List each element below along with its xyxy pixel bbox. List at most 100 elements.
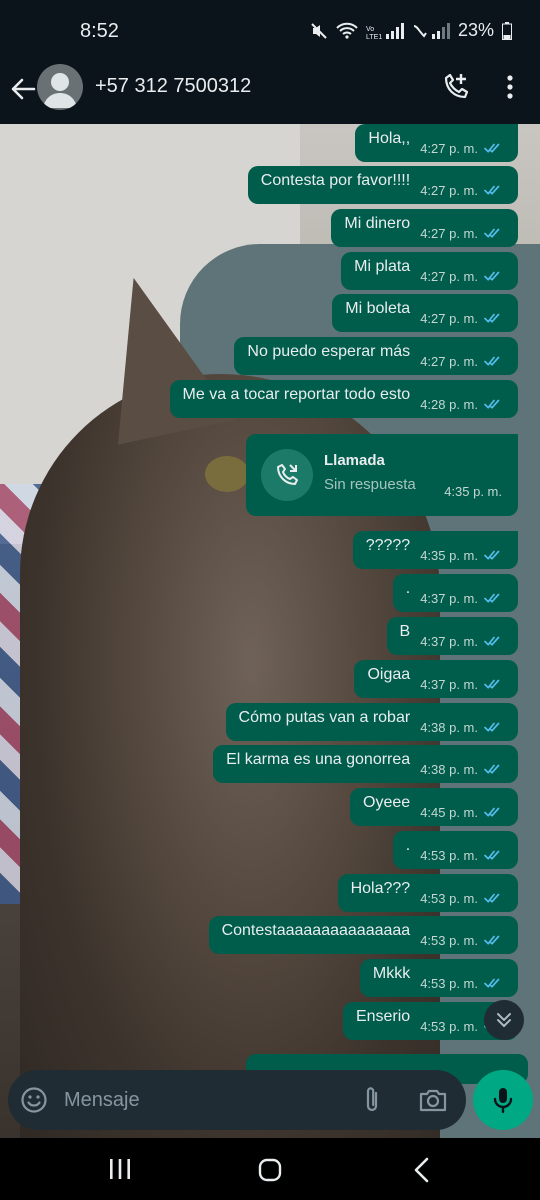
read-ticks-icon <box>484 356 500 366</box>
scroll-down-button[interactable] <box>484 1000 524 1040</box>
avatar[interactable] <box>37 64 83 110</box>
home-icon[interactable] <box>258 1158 282 1182</box>
message-meta: 4:27 p. m. <box>420 311 504 326</box>
message-text: ????? <box>365 537 411 554</box>
message-input[interactable]: Mensaje <box>64 1089 140 1112</box>
recents-icon[interactable] <box>108 1158 132 1180</box>
message-text: Mi plata <box>354 258 411 275</box>
read-ticks-icon <box>484 228 500 238</box>
read-ticks-icon <box>484 185 500 195</box>
message-time: 4:37 p. m. <box>420 676 478 692</box>
message-meta: 4:28 p. m. <box>420 397 504 412</box>
message-time: 4:28 p. m. <box>420 396 478 412</box>
status-time: 8:52 <box>80 20 119 42</box>
message-bubble[interactable]: Hola??? 4:53 p. m. <box>337 874 518 912</box>
message-bubble[interactable]: Mi plata 4:27 p. m. <box>341 252 518 290</box>
menu-dots-icon[interactable] <box>502 72 518 102</box>
call-title: Llamada <box>324 452 385 469</box>
message-meta: 4:53 p. m. <box>420 848 504 863</box>
read-ticks-icon <box>484 271 500 281</box>
emoji-icon[interactable] <box>20 1086 48 1114</box>
signal-icon: VoLTE1 <box>366 22 404 40</box>
message-bubble[interactable]: Mi boleta 4:27 p. m. <box>332 294 518 332</box>
message-meta: 4:27 p. m. <box>420 183 504 198</box>
contact-name[interactable]: +57 312 7500312 <box>95 75 251 98</box>
call-time: 4:35 p. m. <box>444 484 502 499</box>
call-status: Sin respuesta <box>324 476 416 493</box>
message-text: Enserio <box>355 1008 411 1025</box>
message-meta: 4:37 p. m. <box>420 677 504 692</box>
message-meta: 4:27 p. m. <box>420 269 504 284</box>
message-text: Mkkk <box>372 965 411 982</box>
add-call-icon[interactable] <box>441 72 471 102</box>
message-bubble[interactable]: Oyeee 4:45 p. m. <box>350 788 518 826</box>
message-time: 4:27 p. m. <box>420 353 478 369</box>
svg-text:Vo: Vo <box>366 26 374 33</box>
message-bubble[interactable]: Me va a tocar reportar todo esto 4:28 p. … <box>169 380 518 418</box>
message-meta: 4:27 p. m. <box>420 226 504 241</box>
message-text: Contesta por favor!!!! <box>260 172 411 189</box>
svg-text:LTE1: LTE1 <box>366 34 382 40</box>
message-bubble[interactable]: Mi dinero 4:27 p. m. <box>331 209 518 247</box>
message-text: Hola,, <box>368 130 411 147</box>
message-text: B <box>399 623 411 640</box>
default-avatar-icon <box>43 73 77 108</box>
message-meta: 4:27 p. m. <box>420 141 504 156</box>
message-bubble[interactable]: El karma es una gonorrea 4:38 p. m. <box>213 745 518 783</box>
message-time: 4:27 p. m. <box>420 310 478 326</box>
status-icons: Vo LTE1 23% <box>310 20 512 41</box>
read-ticks-icon <box>484 807 500 817</box>
message-input-bar: Mensaje <box>8 1070 466 1130</box>
message-bubble[interactable]: Oigaa 4:37 p. m. <box>354 660 518 698</box>
message-bubble[interactable]: Contestaaaaaaaaaaaaaaa 4:53 p. m. <box>208 916 518 954</box>
back-arrow-icon[interactable] <box>8 74 38 104</box>
message-time: 4:27 p. m. <box>420 140 478 156</box>
message-bubble[interactable]: Mkkk 4:53 p. m. <box>359 959 518 997</box>
message-time: 4:53 p. m. <box>420 1018 478 1034</box>
message-bubble[interactable]: ????? 4:35 p. m. <box>352 531 518 569</box>
wifi-icon <box>336 22 358 39</box>
message-text: Mi boleta <box>345 300 411 317</box>
message-bubble[interactable]: . 4:53 p. m. <box>392 831 518 869</box>
read-ticks-icon <box>484 850 500 860</box>
message-bubble[interactable]: Contesta por favor!!!! 4:27 p. m. <box>247 166 518 204</box>
message-bubble[interactable]: No puedo esperar más 4:27 p. m. <box>234 337 518 375</box>
message-meta: 4:37 p. m. <box>420 634 504 649</box>
missed-call-bubble[interactable]: Llamada Sin respuesta 4:35 p. m. <box>246 434 518 516</box>
message-bubble[interactable]: Hola,, 4:27 p. m. <box>355 124 518 162</box>
mic-button[interactable] <box>473 1070 533 1130</box>
message-text: No puedo esperar más <box>247 343 411 360</box>
read-ticks-icon <box>484 893 500 903</box>
chat-header: +57 312 7500312 <box>0 62 540 124</box>
message-time: 4:37 p. m. <box>420 590 478 606</box>
read-ticks-icon <box>484 679 500 689</box>
read-ticks-icon <box>484 550 500 560</box>
message-text: Oigaa <box>367 666 411 683</box>
message-time: 4:38 p. m. <box>420 761 478 777</box>
message-meta: 4:37 p. m. <box>420 591 504 606</box>
message-time: 4:53 p. m. <box>420 847 478 863</box>
message-text: Hola??? <box>350 880 411 897</box>
message-meta: 4:53 p. m. <box>420 891 504 906</box>
nav-back-icon[interactable] <box>412 1157 430 1183</box>
battery-percent: 23% <box>457 20 494 40</box>
read-ticks-icon <box>484 313 500 323</box>
message-time: 4:53 p. m. <box>420 975 478 991</box>
message-meta: 4:45 p. m. <box>420 805 504 820</box>
message-bubble[interactable]: B 4:37 p. m. <box>386 617 518 655</box>
read-ticks-icon <box>484 978 500 988</box>
message-text: Mi dinero <box>344 215 411 232</box>
message-time: 4:53 p. m. <box>420 932 478 948</box>
read-ticks-icon <box>484 764 500 774</box>
message-time: 4:27 p. m. <box>420 268 478 284</box>
message-time: 4:53 p. m. <box>420 890 478 906</box>
signal-2-icon <box>413 22 450 39</box>
scroll-down-icon <box>497 1013 511 1027</box>
camera-icon[interactable] <box>418 1086 448 1114</box>
message-time: 4:27 p. m. <box>420 182 478 198</box>
attach-icon[interactable] <box>360 1085 386 1115</box>
message-bubble[interactable]: . 4:37 p. m. <box>392 574 518 612</box>
message-bubble[interactable]: Cómo putas van a robar 4:38 p. m. <box>225 703 518 741</box>
message-text: El karma es una gonorrea <box>226 751 411 768</box>
read-ticks-icon <box>484 143 500 153</box>
